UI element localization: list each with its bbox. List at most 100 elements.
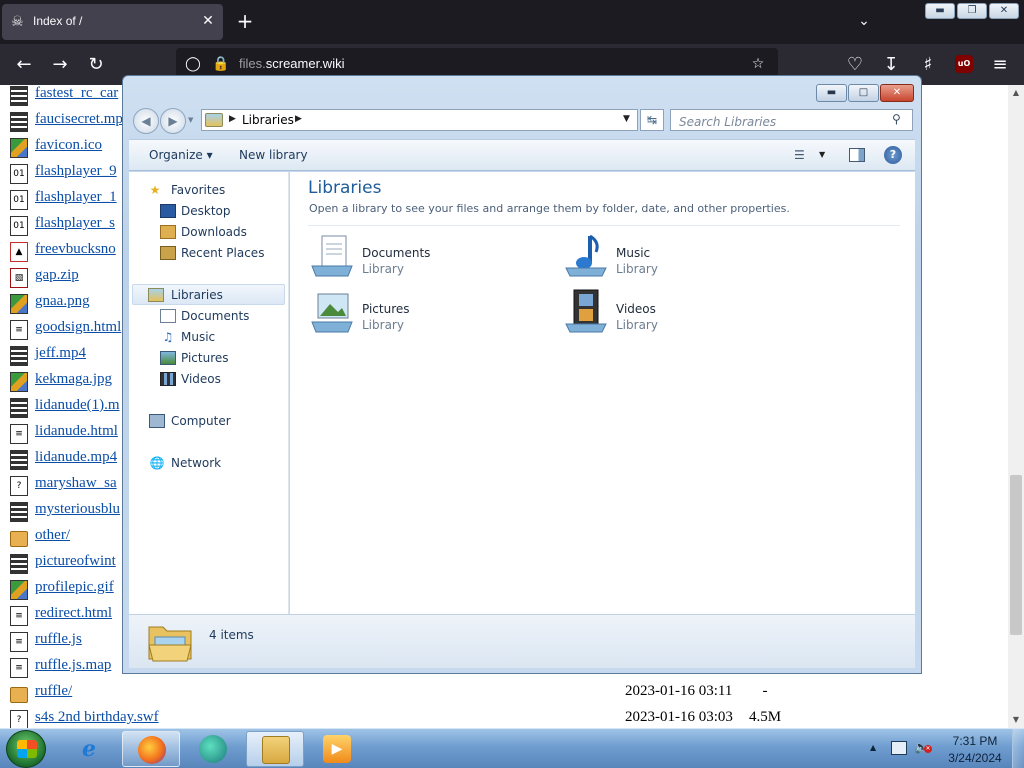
file-link[interactable]: jeff.mp4 xyxy=(35,345,86,362)
scroll-thumb[interactable] xyxy=(1010,475,1022,635)
reload-icon[interactable]: ↻ xyxy=(84,53,108,77)
network-tray-icon[interactable] xyxy=(891,741,907,755)
list-all-tabs-chevron-icon[interactable]: ⌄ xyxy=(852,10,876,32)
nav-desktop[interactable]: Desktop xyxy=(129,201,287,222)
browser-close-button[interactable]: ✕ xyxy=(989,3,1019,19)
browser-tab-active[interactable]: ☠ Index of / ✕ xyxy=(2,4,223,40)
show-desktop-button[interactable] xyxy=(1012,729,1024,768)
file-link[interactable]: flashplayer_s xyxy=(35,215,115,232)
nav-favorites[interactable]: ★ Favorites xyxy=(129,180,287,201)
search-icon[interactable]: ⚲ xyxy=(892,112,901,126)
file-link[interactable]: freevbucksno xyxy=(35,241,116,258)
library-music[interactable]: Music Library xyxy=(562,230,802,284)
view-options-dropdown-icon[interactable]: ▼ xyxy=(819,150,825,159)
clock-time[interactable]: 7:31 PM xyxy=(948,734,1002,748)
site-info-lock-icon[interactable]: 🔒 xyxy=(212,55,230,73)
file-link[interactable]: flashplayer_1 xyxy=(35,189,117,206)
file-link[interactable]: redirect.html xyxy=(35,605,112,622)
file-link[interactable]: flashplayer_9 xyxy=(35,163,117,180)
file-link[interactable]: ruffle.js.map xyxy=(35,657,111,674)
change-view-icon[interactable]: ☰ xyxy=(794,148,805,162)
library-documents[interactable]: Documents Library xyxy=(308,230,548,284)
libraries-folder-icon xyxy=(205,113,223,127)
videos-icon xyxy=(160,372,176,386)
help-icon[interactable]: ? xyxy=(884,146,902,164)
nav-libraries[interactable]: Libraries xyxy=(132,284,285,305)
explorer-minimize-button[interactable]: ▬ xyxy=(816,84,847,102)
search-input[interactable] xyxy=(670,109,913,131)
file-link[interactable]: ruffle.js xyxy=(35,631,82,648)
breadcrumb-libraries[interactable]: Libraries xyxy=(242,113,294,127)
library-pictures[interactable]: Pictures Library xyxy=(308,286,548,340)
file-link[interactable]: other/ xyxy=(35,527,70,544)
file-link[interactable]: kekmaga.jpg xyxy=(35,371,112,388)
explorer-forward-button[interactable]: ▶ xyxy=(160,108,186,134)
file-link[interactable]: maryshaw_sa xyxy=(35,475,117,492)
ublock-origin-icon[interactable]: uO xyxy=(955,55,973,73)
nav-videos[interactable]: Videos xyxy=(129,369,287,390)
downloads-icon[interactable]: ↧ xyxy=(879,53,903,77)
file-date: 2023-01-16 03:03 xyxy=(625,709,733,725)
page-scrollbar[interactable]: ▲ ▼ xyxy=(1008,85,1024,728)
breadcrumb-arrow-icon[interactable]: ▶ xyxy=(229,114,236,124)
preview-pane-icon[interactable] xyxy=(849,148,865,162)
pocket-icon[interactable]: ♡ xyxy=(843,53,867,77)
nav-documents[interactable]: Documents xyxy=(129,306,287,327)
file-link[interactable]: pictureofwint xyxy=(35,553,116,570)
file-link[interactable]: fastest_rc_car xyxy=(35,85,118,102)
recent-pages-chevron-icon[interactable]: ▼ xyxy=(188,116,193,124)
nav-network[interactable]: 🌐 Network xyxy=(129,453,287,474)
file-link[interactable]: goodsign.html xyxy=(35,319,121,336)
url-text[interactable]: files.screamer.wiki xyxy=(239,56,344,71)
browser-minimize-button[interactable]: ▬ xyxy=(925,3,955,19)
file-link[interactable]: lidanude(1).m xyxy=(35,397,120,414)
new-tab-button[interactable]: + xyxy=(234,10,256,32)
show-hidden-icons-arrow-icon[interactable]: ▲ xyxy=(870,743,876,752)
library-videos[interactable]: Videos Library xyxy=(562,286,802,340)
scroll-down-arrow-icon[interactable]: ▼ xyxy=(1008,712,1024,728)
taskbar-media-player[interactable]: ▶ xyxy=(308,731,366,767)
scroll-up-arrow-icon[interactable]: ▲ xyxy=(1008,85,1024,101)
pictures-library-icon xyxy=(311,293,353,333)
breadcrumb-arrow-icon[interactable]: ▶ xyxy=(295,114,302,124)
close-tab-icon[interactable]: ✕ xyxy=(200,13,216,29)
extensions-puzzle-icon[interactable]: ♯ xyxy=(916,53,940,77)
file-link[interactable]: lidanude.mp4 xyxy=(35,449,117,466)
taskbar-firefox[interactable] xyxy=(122,731,180,767)
nav-recent-places[interactable]: Recent Places xyxy=(129,243,287,264)
back-arrow-icon[interactable]: ← xyxy=(12,53,36,77)
tab-title: Index of / xyxy=(33,14,83,28)
file-link[interactable]: faucisecret.mp4 xyxy=(35,111,130,128)
file-link[interactable]: s4s 2nd birthday.swf xyxy=(35,709,159,726)
nav-music[interactable]: ♫ Music xyxy=(129,327,287,348)
file-link[interactable]: profilepic.gif xyxy=(35,579,114,596)
forward-arrow-icon[interactable]: → xyxy=(48,53,72,77)
address-bar[interactable]: ▶ Libraries ▶ ▼ xyxy=(201,109,638,131)
file-link[interactable]: ruffle/ xyxy=(35,683,72,700)
new-library-button[interactable]: New library xyxy=(239,148,308,162)
explorer-maximize-button[interactable]: □ xyxy=(848,84,879,102)
file-link[interactable]: mysteriousblu xyxy=(35,501,120,518)
binary-file-icon: 01 xyxy=(10,164,28,184)
organize-button[interactable]: Organize ▾ xyxy=(149,148,213,162)
nav-computer[interactable]: Computer xyxy=(129,411,287,432)
file-link[interactable]: lidanude.html xyxy=(35,423,118,440)
file-link[interactable]: gnaa.png xyxy=(35,293,90,310)
bookmark-star-icon[interactable]: ☆ xyxy=(749,55,767,73)
hamburger-menu-icon[interactable]: ≡ xyxy=(988,53,1012,77)
taskbar-internet-explorer[interactable]: e xyxy=(60,731,118,767)
address-dropdown-icon[interactable]: ▼ xyxy=(623,114,630,124)
clock-date[interactable]: 3/24/2024 xyxy=(944,751,1006,765)
nav-pictures[interactable]: Pictures xyxy=(129,348,287,369)
explorer-back-button[interactable]: ◀ xyxy=(133,108,159,134)
explorer-close-button[interactable]: ✕ xyxy=(880,84,914,102)
refresh-icon[interactable]: ↹ xyxy=(640,109,664,131)
taskbar-windows-explorer[interactable] xyxy=(246,731,304,767)
browser-restore-button[interactable]: ❐ xyxy=(957,3,987,19)
nav-downloads[interactable]: Downloads xyxy=(129,222,287,243)
file-link[interactable]: favicon.ico xyxy=(35,137,102,154)
taskbar-chat-app[interactable] xyxy=(184,731,242,767)
start-button[interactable] xyxy=(6,730,46,768)
tracking-shield-icon[interactable]: ◯ xyxy=(184,55,202,73)
file-link[interactable]: gap.zip xyxy=(35,267,79,284)
